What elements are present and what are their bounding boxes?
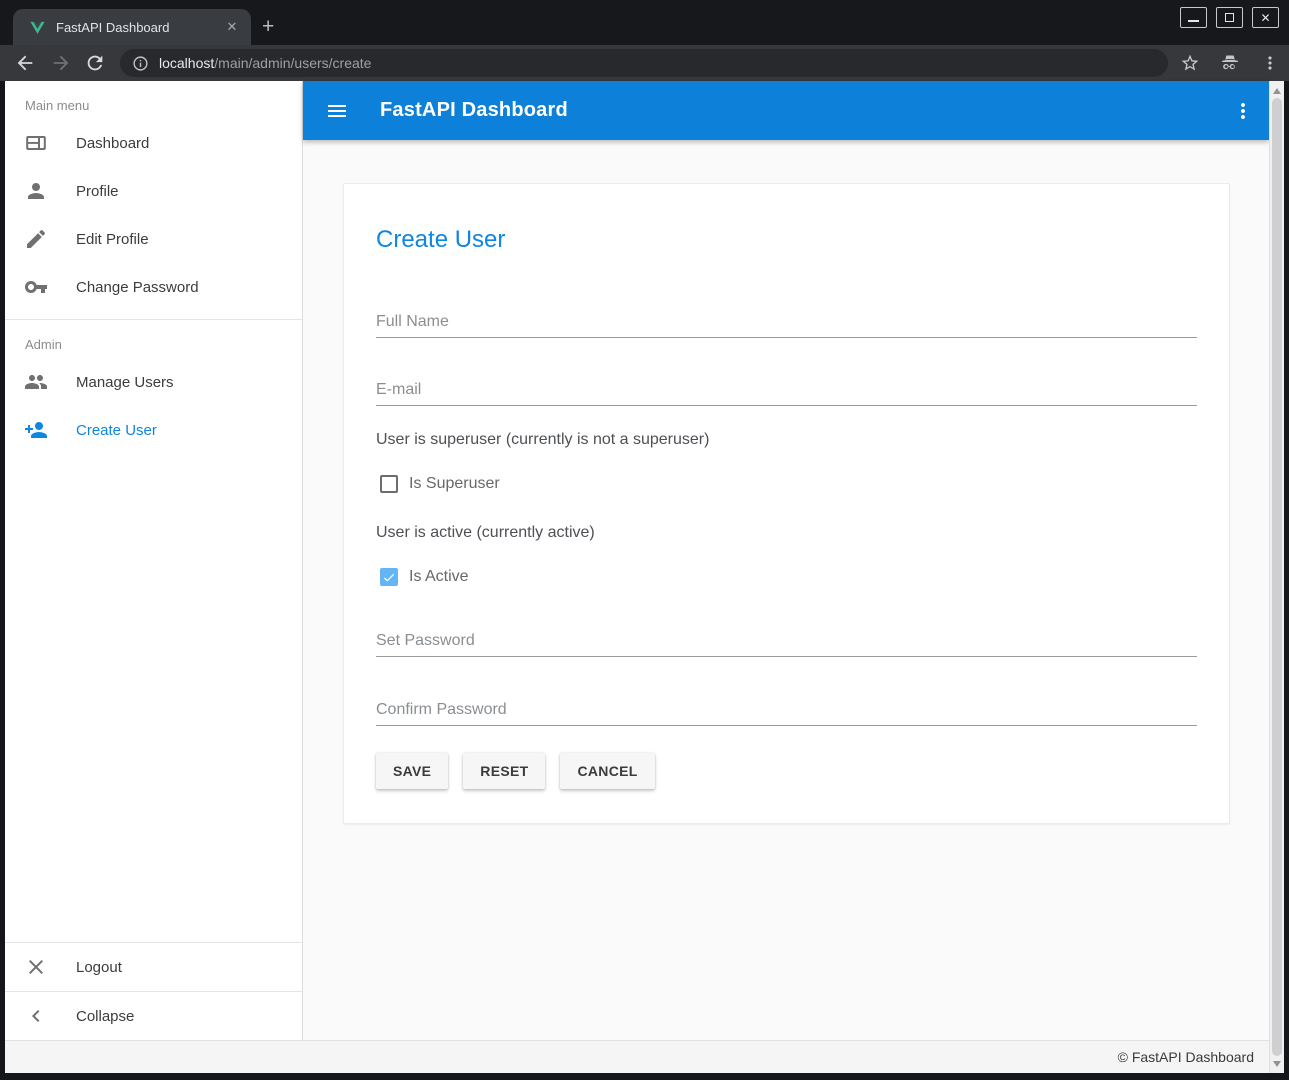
url-text: localhost/main/admin/users/create bbox=[159, 55, 371, 71]
page-viewport: Main menu Dashboard Profile Edit Profile bbox=[5, 81, 1284, 1073]
sidebar-item-label: Collapse bbox=[76, 1008, 134, 1025]
sidebar-item-label: Edit Profile bbox=[76, 231, 149, 248]
copyright-text: © FastAPI Dashboard bbox=[1118, 1049, 1254, 1065]
sidebar-item-label: Change Password bbox=[76, 279, 199, 296]
bookmark-star-icon[interactable] bbox=[1180, 53, 1200, 73]
browser-menu-kebab-icon[interactable] bbox=[1260, 53, 1280, 73]
browser-tab[interactable]: FastAPI Dashboard ✕ bbox=[13, 9, 251, 45]
is-superuser-label: Is Superuser bbox=[409, 475, 500, 493]
field-underline bbox=[376, 405, 1197, 406]
email-label: E-mail bbox=[376, 381, 1197, 399]
confirm-password-label: Confirm Password bbox=[376, 701, 1197, 719]
sidebar-item-profile[interactable]: Profile bbox=[5, 167, 302, 215]
full-name-label: Full Name bbox=[376, 313, 1197, 331]
window-maximize-button[interactable] bbox=[1216, 7, 1243, 28]
tab-title: FastAPI Dashboard bbox=[56, 20, 223, 35]
save-button[interactable]: SAVE bbox=[376, 753, 448, 789]
field-underline bbox=[376, 337, 1197, 338]
superuser-hint: User is superuser (currently is not a su… bbox=[376, 431, 1197, 449]
set-password-label: Set Password bbox=[376, 632, 1197, 650]
is-active-checkbox-row[interactable]: Is Active bbox=[380, 568, 1197, 586]
window-controls: ✕ bbox=[1180, 7, 1279, 28]
incognito-icon bbox=[1220, 53, 1240, 73]
forward-icon[interactable] bbox=[50, 52, 72, 74]
back-icon[interactable] bbox=[14, 52, 36, 74]
confirm-password-field[interactable]: Confirm Password bbox=[376, 701, 1197, 726]
sidebar-item-change-password[interactable]: Change Password bbox=[5, 263, 302, 311]
tab-close-icon[interactable]: ✕ bbox=[223, 18, 241, 36]
main-area: FastAPI Dashboard Create User Full Name … bbox=[303, 81, 1269, 1040]
field-underline bbox=[376, 656, 1197, 657]
refresh-icon[interactable] bbox=[84, 52, 106, 74]
is-superuser-checkbox-row[interactable]: Is Superuser bbox=[380, 475, 1197, 493]
url-path: /main/admin/users/create bbox=[214, 55, 371, 71]
sidebar-item-manage-users[interactable]: Manage Users bbox=[5, 358, 302, 406]
field-underline bbox=[376, 725, 1197, 726]
scrollbar-thumb[interactable] bbox=[1272, 98, 1282, 1056]
scrollbar-down-arrow-icon[interactable] bbox=[1270, 1056, 1284, 1071]
window-close-button[interactable]: ✕ bbox=[1252, 7, 1279, 28]
hamburger-menu-icon[interactable] bbox=[325, 99, 349, 123]
key-icon bbox=[24, 275, 48, 299]
browser-tabstrip: FastAPI Dashboard ✕ + ✕ bbox=[0, 0, 1289, 45]
sidebar: Main menu Dashboard Profile Edit Profile bbox=[5, 81, 303, 1040]
sidebar-item-logout[interactable]: Logout bbox=[5, 943, 302, 991]
is-active-checkbox[interactable] bbox=[380, 568, 398, 586]
people-icon bbox=[24, 370, 48, 394]
sidebar-spacer bbox=[5, 454, 302, 942]
appbar: FastAPI Dashboard bbox=[303, 81, 1269, 140]
sidebar-section-admin: Admin bbox=[5, 320, 302, 358]
sidebar-item-label: Logout bbox=[76, 959, 122, 976]
address-bar[interactable]: localhost/main/admin/users/create bbox=[120, 49, 1168, 77]
window-minimize-button[interactable] bbox=[1180, 7, 1207, 28]
cancel-button[interactable]: CANCEL bbox=[560, 753, 654, 789]
vue-favicon-icon bbox=[29, 19, 46, 36]
appbar-kebab-icon[interactable] bbox=[1231, 99, 1255, 123]
set-password-field[interactable]: Set Password bbox=[376, 632, 1197, 657]
appbar-title: FastAPI Dashboard bbox=[380, 99, 568, 122]
sidebar-item-create-user[interactable]: Create User bbox=[5, 406, 302, 454]
sidebar-section-main-menu: Main menu bbox=[5, 81, 302, 119]
sidebar-item-label: Create User bbox=[76, 422, 157, 439]
sidebar-item-collapse[interactable]: Collapse bbox=[5, 992, 302, 1040]
browser-toolbar: localhost/main/admin/users/create bbox=[0, 45, 1289, 81]
dashboard-icon bbox=[24, 131, 48, 155]
sidebar-item-label: Profile bbox=[76, 183, 119, 200]
site-info-icon[interactable] bbox=[132, 55, 149, 72]
sidebar-item-label: Dashboard bbox=[76, 135, 149, 152]
toolbar-right bbox=[1180, 53, 1280, 73]
sidebar-item-dashboard[interactable]: Dashboard bbox=[5, 119, 302, 167]
is-active-label: Is Active bbox=[409, 568, 469, 586]
check-icon bbox=[382, 570, 396, 585]
is-superuser-checkbox[interactable] bbox=[380, 475, 398, 493]
create-user-card: Create User Full Name E-mail User is sup… bbox=[343, 183, 1230, 824]
page-footer: © FastAPI Dashboard bbox=[5, 1040, 1284, 1073]
form-buttons: SAVE RESET CANCEL bbox=[376, 753, 1197, 789]
sidebar-item-label: Manage Users bbox=[76, 374, 174, 391]
active-hint: User is active (currently active) bbox=[376, 524, 1197, 542]
reset-button[interactable]: RESET bbox=[463, 753, 545, 789]
pencil-icon bbox=[24, 227, 48, 251]
content-area: Create User Full Name E-mail User is sup… bbox=[303, 140, 1269, 1040]
email-field[interactable]: E-mail bbox=[376, 381, 1197, 406]
vertical-scrollbar[interactable] bbox=[1269, 81, 1284, 1073]
sidebar-item-edit-profile[interactable]: Edit Profile bbox=[5, 215, 302, 263]
url-host: localhost bbox=[159, 55, 214, 71]
person-icon bbox=[24, 179, 48, 203]
chevron-left-icon bbox=[24, 1004, 48, 1028]
full-name-field[interactable]: Full Name bbox=[376, 313, 1197, 338]
page-title: Create User bbox=[376, 226, 1197, 254]
person-add-icon bbox=[24, 418, 48, 442]
scrollbar-up-arrow-icon[interactable] bbox=[1270, 83, 1284, 98]
close-icon bbox=[24, 955, 48, 979]
new-tab-button[interactable]: + bbox=[262, 16, 274, 37]
